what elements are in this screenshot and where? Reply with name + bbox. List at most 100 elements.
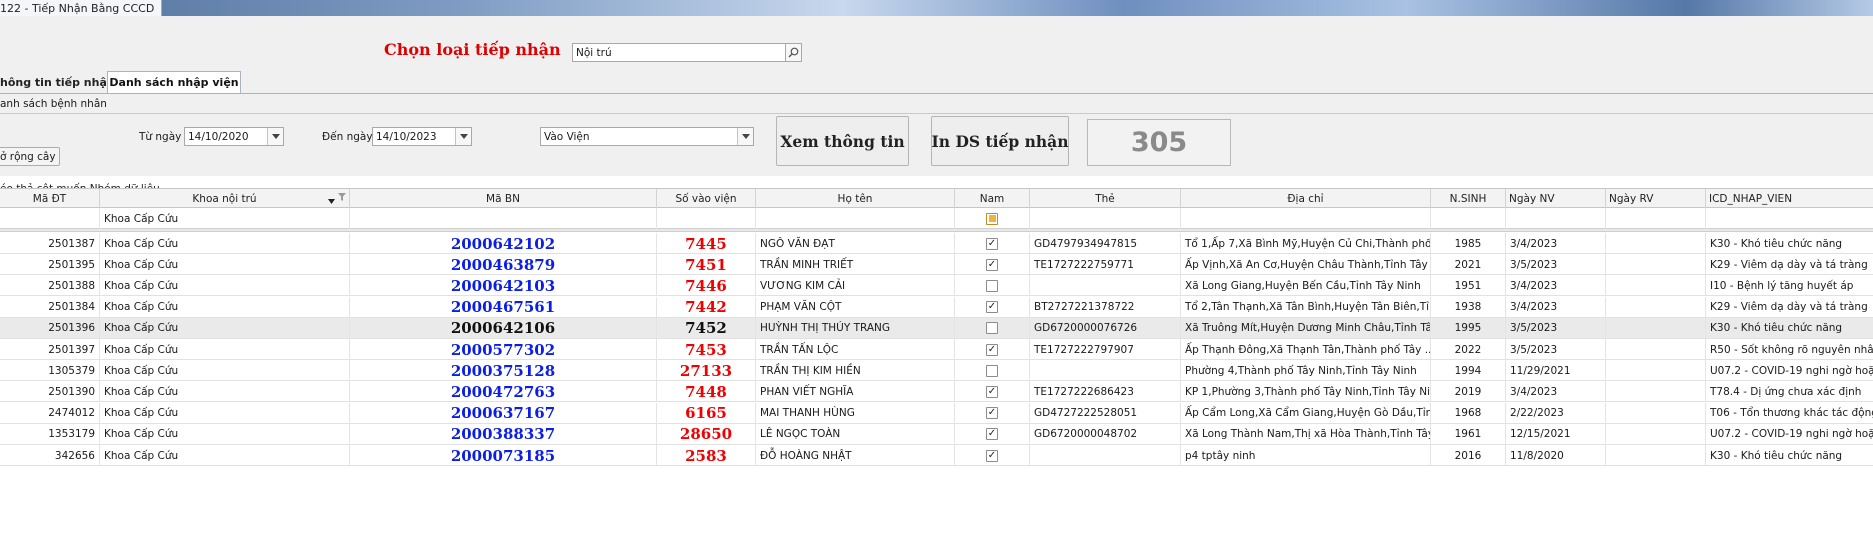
column-header-nam[interactable]: Nam xyxy=(955,189,1030,208)
document-tab[interactable]: 122 - Tiếp Nhận Bằng CCCD ✕ xyxy=(0,0,162,16)
cell-ma-dt: 2474012 xyxy=(0,402,100,424)
cell-ma-bn: 2000073185 xyxy=(350,445,657,466)
document-tab-title: 122 - Tiếp Nhận Bằng CCCD xyxy=(0,1,155,15)
cell-ngay-rv xyxy=(1606,423,1706,445)
cell-khoa: Khoa Cấp Cứu xyxy=(100,402,350,424)
cell-ho-ten: VƯƠNG KIM CẢI xyxy=(756,275,955,297)
cell-icd: K29 - Viêm dạ dày và tá tràng xyxy=(1710,301,1868,314)
table-row[interactable]: 1305379 Khoa Cấp Cứu 2000375128 27133 TRẦN T… xyxy=(0,360,1873,382)
admission-type-search[interactable]: Nội trú xyxy=(572,43,802,62)
male-checkbox[interactable] xyxy=(986,301,998,314)
cell-the: GD4797934947815 xyxy=(1030,233,1181,254)
admission-mode-select[interactable]: Vào Viện xyxy=(540,127,754,146)
table-row[interactable]: 2501395 Khoa Cấp Cứu 2000463879 7451 TRẦN MI… xyxy=(0,254,1873,276)
cell-dia-chi: Tổ 1,Ấp 7,Xã Bình Mỹ,Huyện Củ Chi,Thành … xyxy=(1181,233,1431,254)
sort-down-icon[interactable] xyxy=(328,195,335,207)
male-checkbox[interactable] xyxy=(986,407,998,420)
male-checkbox[interactable] xyxy=(986,322,998,335)
chevron-down-icon[interactable] xyxy=(455,128,471,145)
cell-ngay-rv xyxy=(1606,233,1706,254)
table-row[interactable]: 342656 Khoa Cấp Cứu 2000073185 2583 ĐỖ HOÀNG… xyxy=(0,445,1873,466)
male-checkbox[interactable] xyxy=(986,428,998,441)
filter-cell-nsinh[interactable] xyxy=(1431,208,1506,229)
cell-ngay-nv: 11/8/2020 xyxy=(1506,445,1606,466)
filter-cell-ho-ten[interactable] xyxy=(756,208,955,229)
filter-cell-ma-bn[interactable] xyxy=(350,208,657,229)
tab-patient-info[interactable]: hông tin tiếp nhận xyxy=(0,71,106,93)
cell-so-vao-vien: 6165 xyxy=(657,402,756,424)
filter-cell-khoa[interactable]: Khoa Cấp Cứu xyxy=(100,208,350,229)
cell-ma-dt: 2501388 xyxy=(0,275,100,297)
table-row[interactable]: 2474012 Khoa Cấp Cứu 2000637167 6165 MAI THA… xyxy=(0,402,1873,424)
cell-nsinh: 2022 xyxy=(1431,339,1506,360)
cell-ma-bn: 2000472763 xyxy=(350,381,657,403)
male-checkbox[interactable] xyxy=(986,343,998,356)
filter-cell-ma-dt[interactable] xyxy=(0,208,100,229)
column-header-khoa[interactable]: Khoa nội trú xyxy=(100,189,350,208)
cell-nsinh: 1995 xyxy=(1431,317,1506,339)
chevron-down-icon[interactable] xyxy=(267,128,283,145)
filter-cell-ngay-rv[interactable] xyxy=(1606,208,1706,229)
filter-icon[interactable] xyxy=(338,192,346,204)
cell-icd: K30 - Khó tiêu chức năng xyxy=(1710,322,1843,335)
tab-admission-list[interactable]: Danh sách nhập viện xyxy=(107,71,241,93)
print-list-button[interactable]: In DS tiếp nhận xyxy=(931,116,1069,166)
male-checkbox[interactable] xyxy=(986,449,998,462)
male-checkbox[interactable] xyxy=(986,364,998,377)
to-date-field[interactable]: 14/10/2023 xyxy=(372,127,472,146)
search-icon[interactable] xyxy=(785,44,801,61)
table-row[interactable]: 2501384 Khoa Cấp Cứu 2000467561 7442 PHẠM VĂ… xyxy=(0,296,1873,318)
column-header-icd[interactable]: ICD_NHAP_VIEN xyxy=(1706,189,1873,208)
cell-the: BT2727221378722 xyxy=(1030,296,1181,318)
male-checkbox[interactable] xyxy=(986,385,998,398)
cell-ngay-nv: 3/5/2023 xyxy=(1506,317,1606,339)
cell-nsinh: 1985 xyxy=(1431,233,1506,254)
from-date-field[interactable]: 14/10/2020 xyxy=(184,127,284,146)
table-row[interactable]: 1353179 Khoa Cấp Cứu 2000388337 28650 LÊ NGỌ… xyxy=(0,423,1873,445)
cell-nsinh: 2019 xyxy=(1431,381,1506,403)
expand-tree-button[interactable]: ở rộng cây xyxy=(0,147,60,166)
cell-nsinh: 2016 xyxy=(1431,445,1506,466)
cell-icd: K30 - Khó tiêu chức năng xyxy=(1710,237,1843,250)
cell-ngay-nv: 3/4/2023 xyxy=(1506,381,1606,403)
table-row[interactable]: 2501397 Khoa Cấp Cứu 2000577302 7453 TRẦN TẤ… xyxy=(0,339,1873,360)
cell-ma-bn: 2000388337 xyxy=(350,423,657,445)
filter-checkbox[interactable] xyxy=(986,212,998,225)
column-header-dia-chi[interactable]: Địa chỉ xyxy=(1181,189,1431,208)
column-header-ma-bn[interactable]: Mã BN xyxy=(350,189,657,208)
table-row[interactable]: 2501390 Khoa Cấp Cứu 2000472763 7448 PHAN VI… xyxy=(0,381,1873,403)
cell-ngay-nv: 3/4/2023 xyxy=(1506,296,1606,318)
male-checkbox[interactable] xyxy=(986,279,998,292)
column-header-nsinh[interactable]: N.SINH xyxy=(1431,189,1506,208)
male-checkbox[interactable] xyxy=(986,258,998,271)
cell-icd: K30 - Khó tiêu chức năng xyxy=(1710,449,1843,462)
filter-cell-nam[interactable] xyxy=(955,208,1030,229)
filter-cell-ngay-nv[interactable] xyxy=(1506,208,1606,229)
column-header-ma-dt[interactable]: Mã ĐT xyxy=(0,189,100,208)
column-header-ngay-rv[interactable]: Ngày RV xyxy=(1606,189,1706,208)
column-header-so-vao-vien[interactable]: Số vào viện xyxy=(657,189,756,208)
view-info-button[interactable]: Xem thông tin xyxy=(776,116,909,166)
column-header-the[interactable]: Thẻ xyxy=(1030,189,1181,208)
cell-ho-ten: TRẦN THỊ KIM HIỀN xyxy=(756,360,955,382)
table-row[interactable]: 2501396 Khoa Cấp Cứu 2000642106 7452 HUỲNH T… xyxy=(0,317,1873,339)
male-checkbox[interactable] xyxy=(986,237,998,250)
cell-ma-dt: 2501387 xyxy=(0,233,100,254)
cell-nam xyxy=(955,233,1030,254)
filter-cell-dia-chi[interactable] xyxy=(1181,208,1431,229)
cell-ngay-rv xyxy=(1606,254,1706,276)
admission-mode-value: Vào Viện xyxy=(544,130,590,143)
table-row[interactable]: 2501388 Khoa Cấp Cứu 2000642103 7446 VƯƠNG K… xyxy=(0,275,1873,297)
cell-so-vao-vien: 7448 xyxy=(657,381,756,403)
cell-khoa: Khoa Cấp Cứu xyxy=(100,381,350,403)
table-row[interactable]: 2501387 Khoa Cấp Cứu 2000642102 7445 NGÔ VĂN… xyxy=(0,233,1873,254)
grid-header: Mã ĐT Khoa nội trú Mã BN Số vào viện Họ … xyxy=(0,188,1873,208)
cell-icd: T78.4 - Dị ứng chưa xác định xyxy=(1710,385,1862,398)
filter-cell-the[interactable] xyxy=(1030,208,1181,229)
filter-cell-icd[interactable] xyxy=(1706,208,1873,229)
chevron-down-icon[interactable] xyxy=(737,128,753,145)
column-header-ho-ten[interactable]: Họ tên xyxy=(756,189,955,208)
tab-divider xyxy=(0,93,1873,94)
filter-cell-so-vao-vien[interactable] xyxy=(657,208,756,229)
column-header-ngay-nv[interactable]: Ngày NV xyxy=(1506,189,1606,208)
